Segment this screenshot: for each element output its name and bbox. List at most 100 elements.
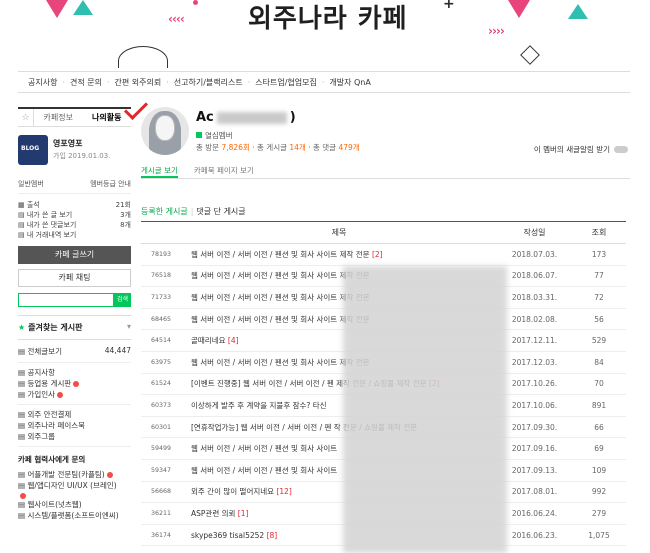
post-date: 2016.06.23. <box>497 524 572 547</box>
col-date: 작성일 <box>497 221 572 244</box>
post-number: 56668 <box>141 481 181 504</box>
post-number: 36174 <box>141 524 181 547</box>
tab-written-posts[interactable]: 등록한 게시글 <box>141 207 188 216</box>
post-number: 61524 <box>141 373 181 396</box>
comment-count[interactable]: [8] <box>267 531 278 540</box>
partner-item[interactable]: ▤ 시스템/플랫폼(소프트이엔씨) <box>18 510 131 521</box>
triangle-decoration <box>508 0 530 18</box>
board-item[interactable]: ▤ 가입인사 <box>18 389 131 400</box>
search-input[interactable] <box>18 293 114 307</box>
avatar[interactable] <box>141 107 189 155</box>
post-date: 2017.10.06. <box>497 394 572 417</box>
cafe-search: 검색 <box>18 293 131 307</box>
post-number: 59499 <box>141 437 181 460</box>
partner-item[interactable] <box>18 491 131 499</box>
post-views: 109 <box>572 459 626 482</box>
board-item[interactable]: ▤ 등업용 게시판 <box>18 378 131 389</box>
cafe-chat-button[interactable]: 카페 채팅 <box>18 269 131 287</box>
menu-qna[interactable]: 개발자 QnA <box>329 77 370 88</box>
top-menu: 공지사항 · 견적 문의 · 간편 외주의뢰 · 선고하기/블랙리스트 · 스타트업/협… <box>18 71 630 93</box>
stat-transactions[interactable]: ▤ 내 거래내역 보기 <box>18 230 131 240</box>
post-views: 77 <box>572 265 626 288</box>
post-date: 2018.02.08. <box>497 308 572 331</box>
triangle-decoration <box>46 0 68 18</box>
post-date: 2017.12.03. <box>497 351 572 374</box>
post-views: 279 <box>572 502 626 525</box>
menu-request[interactable]: 간편 외주의뢰 <box>115 77 162 88</box>
post-date: 2017.09.16. <box>497 437 572 460</box>
post-views: 56 <box>572 308 626 331</box>
post-date: 2016.06.24. <box>497 502 572 525</box>
post-date: 2017.09.13. <box>497 459 572 482</box>
redacted-name <box>216 111 287 124</box>
arch-decoration <box>118 46 168 68</box>
comment-count[interactable]: [2] <box>372 250 383 259</box>
board-group-1: ▤ 공지사항 ▤ 등업용 게시판 ▤ 가입인사 <box>18 363 131 405</box>
post-number: 63975 <box>141 351 181 374</box>
tab-cafe-info[interactable]: 카페정보 <box>34 112 83 123</box>
comment-count[interactable]: [12] <box>276 487 291 496</box>
board-group-2: ▤ 외주 안전결제 ▤ 외주나라 페이스북 ▤ 외주그룹 <box>18 405 131 447</box>
menu-startup[interactable]: 스타트업/협업모집 <box>255 77 317 88</box>
diamond-decoration <box>520 45 540 65</box>
post-date: 2018.06.07. <box>497 265 572 288</box>
menu-estimate[interactable]: 견적 문의 <box>70 77 102 88</box>
post-date: 2018.03.31. <box>497 286 572 309</box>
favorites-header[interactable]: ★ 즐겨찾는 게시판 ▾ <box>18 315 131 340</box>
profile-joined: 가입 2019.01.03. <box>53 152 111 160</box>
cafe-logo: BLOG <box>18 135 48 165</box>
board-item[interactable]: ▤ 외주 안전결제 <box>18 409 131 420</box>
board-item[interactable]: ▤ 외주그룹 <box>18 431 131 442</box>
stat-my-comments[interactable]: ▤ 내가 쓴 댓글보기 8개 <box>18 220 131 230</box>
dot-decoration <box>193 0 198 5</box>
post-number: 64514 <box>141 329 181 352</box>
chevron-decoration: ‹‹‹‹ <box>168 12 185 26</box>
comment-count[interactable]: [4] <box>228 336 239 345</box>
cafe-banner[interactable]: ‹‹‹‹ ›››› 외주나라 카페 + <box>18 0 630 68</box>
board-item[interactable]: ▤ 공지사항 <box>18 367 131 378</box>
post-views: 69 <box>572 437 626 460</box>
star-icon[interactable]: ☆ <box>18 109 34 126</box>
post-number: 76518 <box>141 265 181 288</box>
stat-my-posts[interactable]: ▤ 내가 쓴 글 보기 3개 <box>18 210 131 220</box>
partner-item[interactable]: ▤ 웹사이트(넛츠웹) <box>18 499 131 510</box>
grade-guide-link[interactable]: 멤버등급 안내 <box>90 179 131 189</box>
partner-item[interactable]: ▤ 웹/앱디자인 UI/UX (브레인) <box>18 480 131 491</box>
partner-title: 카페 협력사에게 문의 <box>18 455 86 464</box>
post-views: 992 <box>572 481 626 504</box>
redacted-area <box>343 266 507 553</box>
post-views: 529 <box>572 329 626 352</box>
chevron-down-icon[interactable]: ▾ <box>127 322 131 333</box>
new-badge-icon <box>106 472 113 478</box>
post-date: 2017.08.01. <box>497 481 572 504</box>
notify-toggle[interactable] <box>614 146 628 153</box>
post-views: 173 <box>572 243 626 266</box>
search-button[interactable]: 검색 <box>114 293 131 307</box>
menu-notice[interactable]: 공지사항 <box>28 77 57 88</box>
post-number: 68465 <box>141 308 181 331</box>
comment-count[interactable]: [1] <box>238 509 249 518</box>
partner-item[interactable]: ▤ 어플개발 전문팀(카플팀) <box>18 469 131 480</box>
tab-posts[interactable]: 게시글 보기 <box>141 163 178 178</box>
post-date: 2017.09.30. <box>497 416 572 439</box>
new-badge-icon <box>73 381 80 387</box>
partner-list: ▤ 어플개발 전문팀(카플팀) ▤ 웹/앱디자인 UI/UX (브레인) ▤ 웹… <box>18 469 131 521</box>
write-post-button[interactable]: 카페 글쓰기 <box>18 246 131 264</box>
post-title[interactable]: 웹 서버 이전 / 서버 이전 / 펜션 및 회사 사이트 제작 전문 [2] <box>181 243 497 266</box>
tab-my-activity[interactable]: 나의활동 <box>83 112 132 123</box>
post-views: 70 <box>572 373 626 396</box>
member-counts: 총 방문 7,826회 · 총 게시글 14개 · 총 댓글 479개 <box>196 143 360 152</box>
stat-attendance[interactable]: ▦ 출석 21회 <box>18 200 131 210</box>
post-date: 2017.10.26. <box>497 373 572 396</box>
table-row[interactable]: 78193 웹 서버 이전 / 서버 이전 / 펜션 및 회사 사이트 제작 전문… <box>141 243 626 266</box>
all-posts-link[interactable]: ▤ 전체글보기 44,447 <box>18 340 131 363</box>
sidebar-tabs: ☆ 카페정보 나의활동 <box>18 107 131 127</box>
post-views: 1,075 <box>572 524 626 547</box>
post-number: 36211 <box>141 502 181 525</box>
tab-cafebook[interactable]: 카페북 페이지 보기 <box>194 163 254 178</box>
new-post-notify: 이 멤버의 새글알림 받기 <box>534 144 628 155</box>
menu-blacklist[interactable]: 선고하기/블랙리스트 <box>174 77 243 88</box>
board-item[interactable]: ▤ 외주나라 페이스북 <box>18 420 131 431</box>
tab-commented-posts[interactable]: 댓글 단 게시글 <box>196 207 245 216</box>
profile-name[interactable]: 영포영포 <box>53 138 110 149</box>
